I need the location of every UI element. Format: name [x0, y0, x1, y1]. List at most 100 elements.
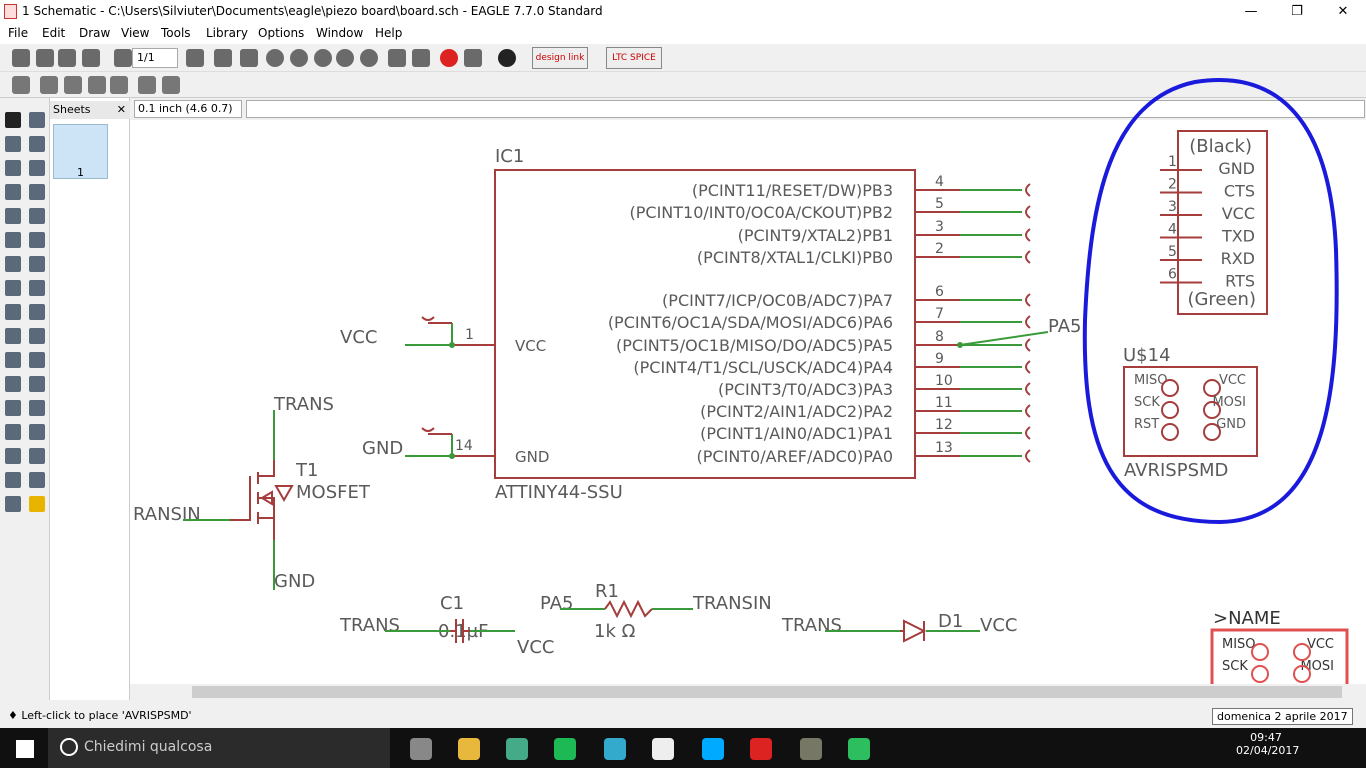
mosfet-symbol — [230, 460, 294, 540]
skype-icon[interactable] — [702, 738, 724, 760]
ftdi-pin-label: VCC — [1222, 204, 1255, 223]
ftdi-top-label: (Black) — [1189, 136, 1252, 157]
ghost-pin-label: VCC — [1307, 637, 1334, 652]
res-right-net: TRANSIN — [692, 593, 772, 614]
pin-label: GND — [515, 448, 549, 466]
pin-label: (PCINT7/ICP/OC0B/ADC7)PA7 — [662, 291, 893, 310]
cap-left-net: TRANS — [339, 615, 400, 636]
mosfet-drain-net: TRANS — [273, 394, 334, 415]
ftdi-pin-number: 3 — [1168, 199, 1177, 215]
ic-name: IC1 — [495, 146, 524, 167]
ftdi-bottom-label: (Green) — [1187, 289, 1256, 310]
status-message: ♦ Left-click to place 'AVRISPSMD' — [8, 709, 192, 722]
pin-number: 11 — [935, 395, 953, 411]
ftdi-pin-label: CTS — [1224, 182, 1255, 201]
supply-symbol — [421, 427, 452, 435]
menu-view[interactable]: View — [121, 26, 149, 40]
isp-name: U$14 — [1123, 345, 1171, 366]
pin-number: 8 — [935, 329, 944, 345]
menu-edit[interactable]: Edit — [42, 26, 65, 40]
menu-file[interactable]: File — [8, 26, 28, 40]
supply-symbol — [421, 316, 452, 324]
gimp-icon[interactable] — [800, 738, 822, 760]
pin-label: (PCINT5/OC1B/MISO/DO/ADC5)PA5 — [616, 336, 893, 355]
diode-name: D1 — [938, 611, 963, 632]
cap-name: C1 — [440, 593, 464, 614]
pa5-net-label: PA5 — [1048, 316, 1081, 337]
windows-start-icon[interactable] — [16, 740, 34, 758]
menu-options[interactable]: Options — [258, 26, 304, 40]
file-explorer-icon[interactable] — [458, 738, 480, 760]
net-end-symbol — [1025, 338, 1031, 352]
pin-number: 10 — [935, 373, 953, 389]
evernote-icon[interactable] — [848, 738, 870, 760]
net-end-symbol — [1025, 315, 1031, 329]
isp-pad — [1161, 423, 1179, 441]
net-end-symbol — [1025, 449, 1031, 463]
ftdi-pin-label: RXD — [1221, 249, 1255, 268]
net-end-symbol — [1025, 382, 1031, 396]
clock-date: 02/04/2017 — [1236, 744, 1300, 757]
menu-library[interactable]: Library — [206, 26, 248, 40]
net-end-symbol — [1025, 250, 1031, 264]
ic-value: ATTINY44-SSU — [495, 482, 623, 503]
mosfet-name: T1 — [295, 460, 318, 481]
net-label: GND — [362, 438, 403, 459]
pin-number: 14 — [455, 438, 473, 454]
ftdi-pin-number: 5 — [1168, 244, 1177, 260]
scrollbar-thumb[interactable] — [192, 686, 1342, 698]
isp-pin-label: MOSI — [1212, 395, 1246, 410]
slack-alt-icon[interactable] — [604, 738, 626, 760]
schematic-drawing[interactable]: IC1 ATTINY44-SSU (PCINT11/RESET/DW)PB3 4 (PC… — [0, 0, 1366, 700]
ftdi-pin-number: 2 — [1168, 177, 1177, 193]
res-left-net: PA5 — [540, 593, 573, 614]
menu-tools[interactable]: Tools — [161, 26, 191, 40]
menu-help[interactable]: Help — [375, 26, 402, 40]
clock-time: 09:47 — [1250, 731, 1282, 744]
cortana-search[interactable]: Chiedimi qualcosa — [48, 728, 390, 768]
net-end-symbol — [1025, 404, 1031, 418]
pin-number: 2 — [935, 241, 944, 257]
eagle-taskbar-icon[interactable] — [750, 738, 772, 760]
cortana-icon — [60, 738, 78, 756]
slack-icon[interactable] — [652, 738, 674, 760]
junction-dot — [957, 342, 963, 348]
isp-pad — [1161, 401, 1179, 419]
ghost-pad — [1293, 643, 1311, 661]
pin-label: (PCINT10/INT0/OC0A/CKOUT)PB2 — [630, 203, 894, 222]
junction-dot — [449, 342, 455, 348]
pin-number: 3 — [935, 219, 944, 235]
junction-dot — [449, 453, 455, 459]
pin-label: VCC — [515, 337, 546, 355]
ftdi-pin-label: RTS — [1225, 272, 1255, 291]
pin-number: 6 — [935, 284, 944, 300]
date-tooltip: domenica 2 aprile 2017 — [1212, 708, 1353, 725]
pin-label: (PCINT2/AIN1/ADC2)PA2 — [700, 402, 893, 421]
pin-label: (PCINT9/XTAL2)PB1 — [738, 226, 893, 245]
ftdi-pin-number: 6 — [1168, 267, 1177, 283]
net-label: VCC — [340, 327, 377, 348]
ftdi-pin-number: 4 — [1168, 222, 1177, 238]
menu-window[interactable]: Window — [316, 26, 363, 40]
clock[interactable]: 09:47 02/04/2017 — [1236, 731, 1300, 757]
pin-label: (PCINT8/XTAL1/CLKI)PB0 — [697, 248, 893, 267]
net-end-symbol — [1025, 360, 1031, 374]
menu-draw[interactable]: Draw — [79, 26, 110, 40]
ghost-pin-label: SCK — [1222, 659, 1248, 674]
diode-right-net: VCC — [980, 615, 1017, 636]
isp-value: AVRISPSMD — [1124, 460, 1228, 481]
task-view-icon[interactable] — [410, 738, 432, 760]
isp-pin-label: RST — [1134, 417, 1159, 432]
ghost-pin-label: MISO — [1222, 637, 1256, 652]
spotify-icon[interactable] — [554, 738, 576, 760]
net-end-symbol — [1025, 293, 1031, 307]
isp-pin-label: VCC — [1219, 373, 1246, 388]
chrome-icon[interactable] — [506, 738, 528, 760]
isp-pad — [1161, 379, 1179, 397]
isp-pad — [1203, 423, 1221, 441]
ftdi-pin-number: 1 — [1168, 154, 1177, 170]
resistor-symbol — [604, 599, 653, 619]
pin-label: (PCINT6/OC1A/SDA/MOSI/ADC6)PA6 — [608, 313, 893, 332]
mosfet-source-net: GND — [274, 571, 315, 592]
status-bar: ♦ Left-click to place 'AVRISPSMD' — [0, 702, 1366, 728]
